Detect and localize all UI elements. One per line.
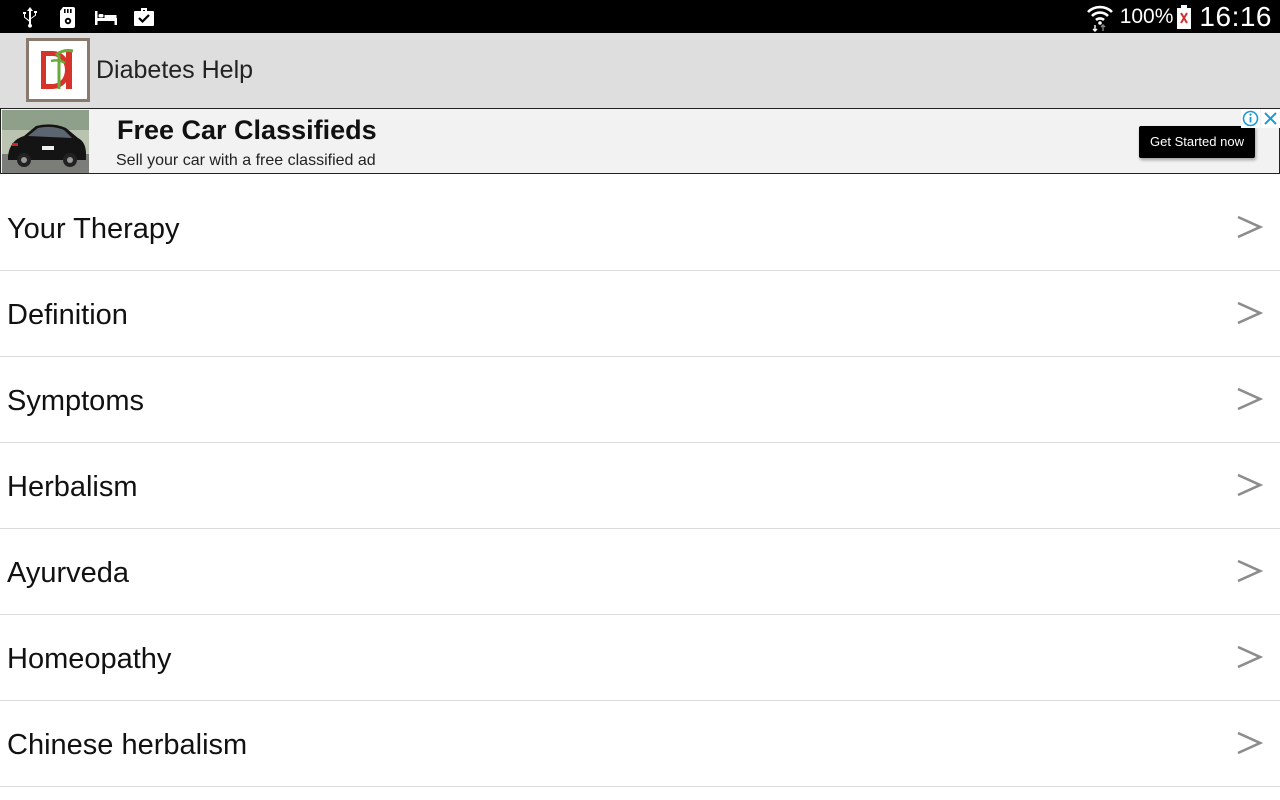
menu-item-ayurveda[interactable]: Ayurveda	[0, 529, 1280, 615]
ad-car-image[interactable]	[2, 110, 89, 173]
menu-list: Your Therapy Definition Symptoms Herbali…	[0, 174, 1280, 787]
action-bar: Diabetes Help	[0, 33, 1280, 108]
menu-item-label: Homeopathy	[7, 643, 172, 675]
chevron-right-icon	[1235, 385, 1263, 413]
battery-icon	[1177, 4, 1192, 29]
menu-item-label: Your Therapy	[7, 213, 180, 245]
ad-banner[interactable]: Free Car Classifieds Sell your car with …	[0, 108, 1280, 174]
menu-item-symptoms[interactable]: Symptoms	[0, 357, 1280, 443]
ad-info-icon[interactable]	[1241, 109, 1260, 128]
status-bar: 100% 16:16	[0, 0, 1280, 33]
menu-item-your-therapy[interactable]: Your Therapy	[0, 174, 1280, 271]
ad-body-text: Sell your car with a free classified ad	[116, 152, 376, 169]
chevron-right-icon	[1235, 729, 1263, 757]
system-status: 100% 16:16	[1086, 0, 1272, 33]
menu-item-label: Definition	[7, 299, 128, 331]
ad-cta-button[interactable]: Get Started now	[1139, 126, 1255, 158]
chevron-right-icon	[1235, 643, 1263, 671]
diabetes-help-logo-icon[interactable]	[26, 38, 90, 102]
briefcase-check-icon	[134, 7, 154, 26]
sd-card-icon	[60, 6, 75, 28]
bed-icon	[95, 10, 117, 25]
chevron-right-icon	[1235, 557, 1263, 585]
chevron-right-icon	[1235, 471, 1263, 499]
clock: 16:16	[1199, 0, 1272, 32]
menu-item-herbalism[interactable]: Herbalism	[0, 443, 1280, 529]
wifi-icon	[1086, 5, 1113, 32]
menu-item-homeopathy[interactable]: Homeopathy	[0, 615, 1280, 701]
notification-icons	[18, 3, 156, 30]
chevron-right-icon	[1235, 299, 1263, 327]
ad-close-icon[interactable]	[1261, 109, 1280, 128]
ad-headline[interactable]: Free Car Classifieds	[117, 115, 377, 146]
menu-item-label: Ayurveda	[7, 557, 129, 589]
chevron-right-icon	[1235, 213, 1263, 241]
app-title: Diabetes Help	[96, 56, 254, 84]
menu-item-label: Herbalism	[7, 471, 138, 503]
battery-percent: 100%	[1119, 4, 1174, 28]
menu-item-chinese-herbalism[interactable]: Chinese herbalism	[0, 701, 1280, 787]
menu-item-label: Chinese herbalism	[7, 729, 248, 761]
usb-icon	[23, 6, 37, 28]
menu-item-label: Symptoms	[7, 385, 144, 417]
menu-item-definition[interactable]: Definition	[0, 271, 1280, 357]
